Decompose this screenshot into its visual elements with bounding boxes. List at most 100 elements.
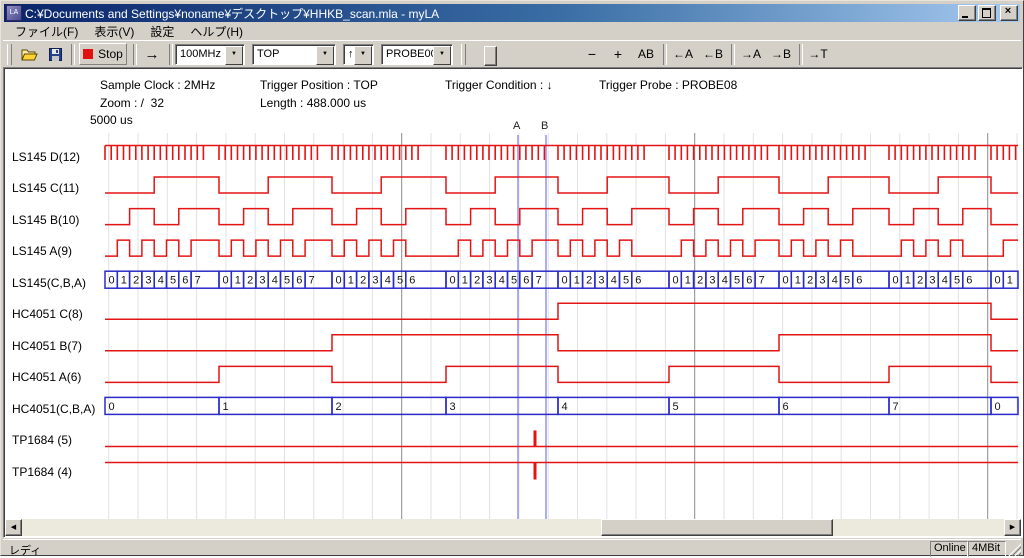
bus-value: 0 (109, 275, 115, 287)
menu-view[interactable]: 表示(V) (86, 22, 142, 41)
zoom-in-button[interactable]: + (607, 43, 629, 65)
dropdown-arrow-icon[interactable]: ▼ (354, 46, 372, 65)
zoom-slider-thumb[interactable] (484, 46, 497, 66)
bus-value: 3 (372, 275, 378, 287)
channel-label: LS145(C,B,A) (12, 276, 86, 290)
dropdown-arrow-icon[interactable]: ▼ (433, 46, 451, 65)
scroll-left-button[interactable]: ◀ (5, 519, 22, 536)
toolbar-separator (731, 44, 735, 65)
bus-value: 2 (133, 275, 139, 287)
toolbar-separator (169, 44, 173, 65)
bus-value: 5 (511, 275, 517, 287)
channel-label: HC4051(C,B,A) (12, 402, 95, 416)
bus-segment (332, 397, 446, 414)
open-file-button[interactable] (17, 43, 41, 65)
trigger-edge-value: ↑ (344, 45, 354, 64)
menu-help[interactable]: ヘルプ(H) (182, 22, 251, 41)
bus-value: 1 (462, 275, 468, 287)
bus-value: 4 (158, 275, 164, 287)
scroll-right-button[interactable]: ▶ (1004, 519, 1021, 536)
toolbar: Stop → 100MHz ▼ TOP ▼ ↑ ▼ PROBE00 ▼ − + … (3, 40, 1021, 68)
bus-value: 1 (1007, 275, 1013, 287)
grid-line-minor (109, 133, 1017, 519)
stop-icon (83, 49, 93, 59)
waveform-ls145-bit2 (105, 177, 1018, 193)
channel-label: LS145 D(12) (12, 150, 80, 164)
minimize-button[interactable] (958, 5, 976, 21)
bus-value: 1 (574, 275, 580, 287)
bus-value: 4 (385, 275, 391, 287)
bus-value: 5 (673, 401, 679, 413)
waveform-clock-ticks (105, 146, 1018, 161)
bus-value: 6 (182, 275, 188, 287)
maximize-icon (982, 8, 991, 18)
close-button[interactable]: × (1000, 5, 1018, 21)
menu-settings[interactable]: 設定 (142, 22, 182, 41)
bus-value: 4 (832, 275, 838, 287)
bus-value: 2 (697, 275, 703, 287)
bus-value: 6 (523, 275, 529, 287)
bus-value: 5 (734, 275, 740, 287)
window-title: C:¥Documents and Settings¥noname¥デスクトップ¥… (25, 5, 956, 22)
goto-cursor-a-back-button[interactable]: ←A (669, 43, 697, 65)
waveform-hc4051-bit0 (105, 366, 1018, 382)
bus-value: 1 (685, 275, 691, 287)
channel-label: LS145 A(9) (12, 244, 72, 258)
goto-trigger-button[interactable]: →T (805, 43, 831, 65)
bus-value: 1 (795, 275, 801, 287)
trigger-probe-select[interactable]: PROBE00 ▼ (381, 44, 453, 65)
bus-value: 0 (673, 275, 679, 287)
waveform-panel: Sample Clock : 2MHz Zoom : / 32 Trigger … (3, 67, 1023, 538)
status-memory: 4MBit (968, 541, 1006, 557)
dropdown-arrow-icon[interactable]: ▼ (316, 46, 334, 65)
bus-value: 3 (450, 401, 456, 413)
save-file-button[interactable] (43, 43, 67, 65)
trigger-edge-select[interactable]: ↑ ▼ (343, 44, 374, 65)
bus-value: 0 (995, 275, 1001, 287)
zoom-out-button[interactable]: − (581, 43, 603, 65)
bus-value: 5 (623, 275, 629, 287)
bus-value: 4 (611, 275, 617, 287)
channel-label: HC4051 B(7) (12, 339, 82, 353)
goto-cursor-b-back-button[interactable]: ←B (699, 43, 727, 65)
toolbar-separator (799, 44, 803, 65)
bus-value: 6 (966, 275, 972, 287)
bus-value: 1 (121, 275, 127, 287)
horizontal-scrollbar[interactable]: ◀ ▶ (5, 519, 1021, 536)
maximize-button[interactable] (978, 5, 996, 21)
bus-value: 0 (893, 275, 899, 287)
waveform-canvas: 0123456701234567012345601234567012345601… (4, 68, 1022, 537)
bus-value: 5 (284, 275, 290, 287)
resize-grip[interactable] (1008, 543, 1021, 556)
bus-value: 6 (635, 275, 641, 287)
scrollbar-thumb[interactable] (601, 519, 833, 536)
stop-button[interactable]: Stop (79, 43, 127, 65)
trigger-position-value: TOP (253, 45, 316, 64)
trigger-position-select[interactable]: TOP ▼ (252, 44, 336, 65)
menu-file[interactable]: ファイル(F) (7, 22, 86, 41)
toolbar-grip[interactable] (461, 44, 466, 65)
bus-value: 7 (759, 275, 765, 287)
bus-value: 3 (145, 275, 151, 287)
sample-clock-select[interactable]: 100MHz ▼ (175, 44, 245, 65)
run-arrow-icon: → (145, 46, 160, 63)
trigger-probe-value: PROBE00 (382, 45, 433, 64)
bus-value: 7 (195, 275, 201, 287)
bus-value: 0 (450, 275, 456, 287)
run-button[interactable]: → (139, 43, 165, 65)
goto-cursor-b-fwd-button[interactable]: →B (767, 43, 795, 65)
bus-value: 6 (856, 275, 862, 287)
bus-segment (219, 397, 332, 414)
bus-value: 7 (893, 401, 899, 413)
goto-cursor-a-fwd-button[interactable]: →A (737, 43, 765, 65)
bus-value: 5 (844, 275, 850, 287)
channel-label: LS145 C(11) (12, 181, 79, 195)
bus-value: 1 (905, 275, 911, 287)
zoom-ab-button[interactable]: AB (633, 43, 659, 65)
stop-label: Stop (98, 47, 123, 61)
app-icon[interactable]: LA (6, 5, 22, 21)
bus-value: 3 (259, 275, 265, 287)
status-online: Online (930, 541, 968, 557)
dropdown-arrow-icon[interactable]: ▼ (225, 46, 243, 65)
toolbar-grip[interactable] (7, 44, 12, 65)
